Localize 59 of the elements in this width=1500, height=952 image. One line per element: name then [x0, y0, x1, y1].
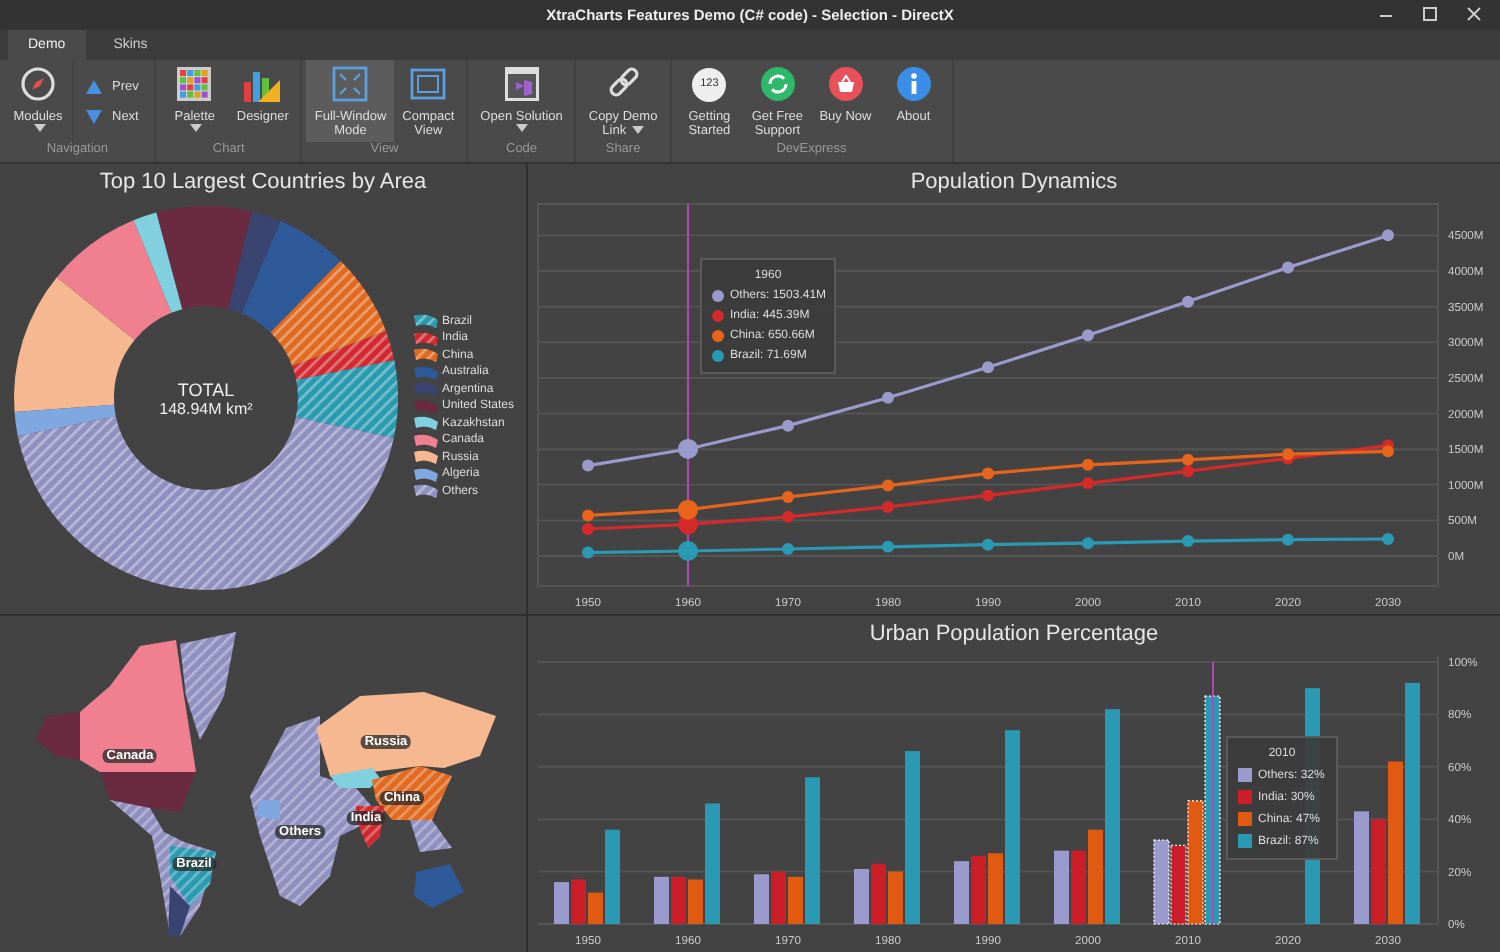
data-point	[1082, 329, 1094, 342]
data-point	[1382, 229, 1394, 242]
data-point	[982, 538, 994, 551]
close-icon[interactable]	[1464, 4, 1484, 24]
data-point	[782, 490, 794, 503]
link-icon	[605, 66, 642, 102]
data-point	[1282, 533, 1294, 546]
down-triangle-icon	[86, 109, 102, 123]
total-value: 148.94M km²	[159, 399, 253, 417]
series-marker	[1238, 768, 1252, 782]
data-point	[782, 419, 794, 432]
data-point	[1182, 535, 1194, 548]
info-icon	[895, 66, 932, 102]
data-point	[882, 391, 894, 404]
total-label: TOTAL	[177, 379, 235, 399]
series-marker	[1238, 834, 1252, 848]
data-point	[1082, 458, 1094, 471]
maximize-icon[interactable]	[1420, 4, 1440, 24]
refresh-icon	[759, 66, 796, 102]
chart-title: Top 10 Largest Countries by Area	[97, 168, 429, 198]
data-point	[1082, 537, 1094, 550]
chart-title: Population Dynamics	[908, 168, 1120, 198]
data-point	[1182, 295, 1194, 308]
basket-icon	[827, 66, 864, 102]
caret-icon	[631, 126, 644, 135]
data-point	[582, 459, 594, 472]
bar-chart-icon	[242, 66, 283, 102]
data-point	[882, 540, 894, 553]
caret-icon	[33, 124, 45, 133]
code-window-icon	[503, 66, 540, 102]
series-marker	[712, 350, 724, 362]
data-point	[782, 542, 794, 555]
series-marker	[712, 290, 724, 302]
data-point	[678, 438, 698, 459]
data-point	[678, 540, 698, 561]
up-triangle-icon	[86, 79, 102, 93]
data-point	[982, 489, 994, 502]
caret-icon	[516, 124, 529, 133]
series-marker	[712, 330, 724, 342]
series-marker	[1238, 790, 1252, 804]
data-point	[1282, 261, 1294, 274]
series-marker	[1238, 812, 1252, 826]
data-point	[882, 500, 894, 513]
window-icon	[410, 66, 447, 102]
compass-icon	[20, 66, 56, 102]
data-point	[1382, 532, 1394, 545]
data-point	[1082, 477, 1094, 490]
bar	[1153, 839, 1170, 925]
caret-icon	[189, 124, 202, 133]
data-point	[982, 361, 994, 374]
expand-icon	[332, 66, 369, 102]
data-point	[982, 467, 994, 480]
data-point	[582, 546, 594, 559]
data-point	[782, 510, 794, 523]
chart-title: Urban Population Percentage	[867, 620, 1161, 650]
data-point	[678, 499, 698, 520]
data-point	[882, 479, 894, 492]
color-grid-icon	[176, 66, 213, 102]
series-marker	[712, 310, 724, 322]
